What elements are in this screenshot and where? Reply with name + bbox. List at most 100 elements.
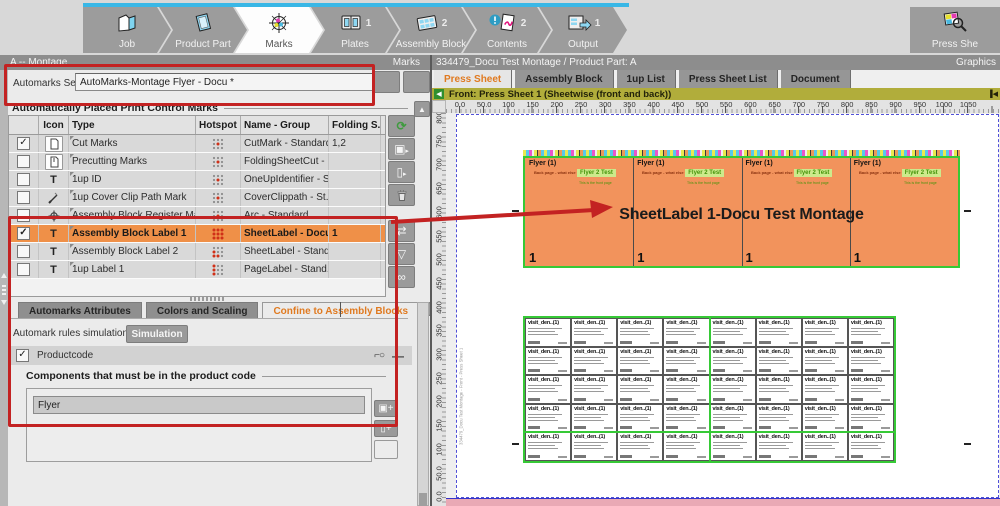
visitcard-1up[interactable]: visit_den..(1) [663,318,709,347]
workflow-step-output[interactable]: 1Output [539,7,627,53]
visitcard-1up[interactable]: visit_den..(1) [525,318,571,347]
automarks-set-browse-button[interactable] [372,71,400,93]
visitcard-1up[interactable]: visit_den..(1) [848,375,894,404]
visitcard-1up[interactable]: visit_den..(1) [710,432,756,461]
visitcard-1up[interactable]: visit_den..(1) [802,375,848,404]
delete-button[interactable] [388,184,415,206]
delete-component-button[interactable] [374,440,398,459]
visitcard-1up[interactable]: visit_den..(1) [617,404,663,433]
table-row-1up-cover-clip-path-mark[interactable]: 1up Cover Clip Path Mark CoverClippath -… [9,189,385,207]
visitcard-1up[interactable]: visit_den..(1) [802,432,848,461]
ruler-origin-button[interactable] [432,100,446,113]
surface-nav-icon[interactable]: ▐◀ [988,90,998,98]
press-sheet-canvas[interactable]: 334479_Docu Test Montage - Front - Press… [446,113,1000,506]
tab-document[interactable]: Document [781,70,851,88]
visitcard-1up[interactable]: visit_den..(1) [571,404,617,433]
column-button[interactable]: ▯▸ [388,161,415,183]
visitcard-1up[interactable]: visit_den..(1) [710,375,756,404]
mark-enabled-checkbox[interactable] [17,263,30,276]
add-row-button[interactable]: ▯+ [374,420,398,437]
workflow-step-product-part[interactable]: Product Part [159,7,247,53]
table-row-1up-label-1[interactable]: T 1up Label 1 PageLabel - Stand... [9,261,385,279]
productcode-bar[interactable]: ✓ Productcode ⌐○ — [8,346,412,365]
tab-press-sheet-list[interactable]: Press Sheet List [679,70,778,88]
mark-enabled-checkbox[interactable] [17,155,30,168]
splitter-collapse-icon[interactable] [1,270,7,278]
splitter-expand-icon[interactable] [1,300,7,308]
splitter-grip[interactable] [2,285,6,297]
mark-enabled-checkbox[interactable]: ✓ [17,227,30,240]
mark-enabled-checkbox[interactable]: ✓ [17,137,30,150]
surface-back-icon[interactable]: ◀ [434,89,444,99]
visitcard-1up[interactable]: visit_den..(1) [525,404,571,433]
workflow-step-job[interactable]: Job [83,7,171,53]
visitcard-1up[interactable]: visit_den..(1) [848,318,894,347]
visitcard-1up[interactable]: visit_den..(1) [848,347,894,376]
visitcard-1up[interactable]: visit_den..(1) [617,318,663,347]
visitcard-1up[interactable]: visit_den..(1) [617,375,663,404]
table-row-cut-marks[interactable]: ✓ Cut Marks CutMark - Standard 1,2 [9,135,385,153]
visitcard-1up[interactable]: visit_den..(1) [710,347,756,376]
scrollbar-thumb[interactable] [419,493,427,506]
workflow-step-plates[interactable]: 1Plates [311,7,399,53]
swap-button[interactable]: ⇄ [388,220,415,242]
visitcard-1up[interactable]: visit_den..(1) [802,347,848,376]
simulation-button[interactable]: Simulation [126,325,188,343]
visitcard-1up[interactable]: visit_den..(1) [848,404,894,433]
visitcard-1up[interactable]: visit_den..(1) [848,432,894,461]
visitcard-1up[interactable]: visit_den..(1) [571,318,617,347]
refresh-button[interactable]: ⟳ [388,115,415,137]
workflow-step-contents[interactable]: 2Contents [463,7,551,53]
visitcard-1up[interactable]: visit_den..(1) [756,432,802,461]
visitcard-1up[interactable]: visit_den..(1) [756,375,802,404]
visitcard-1up[interactable]: visit_den..(1) [525,347,571,376]
mark-enabled-checkbox[interactable] [17,209,30,222]
collapse-icon[interactable]: — [392,349,404,363]
productcode-checkbox[interactable]: ✓ [16,349,29,362]
tab-automarks-attributes[interactable]: Automarks Attributes [18,302,142,319]
table-row-assembly-block-label-2[interactable]: T Assembly Block Label 2 SheetLabel - St… [9,243,385,261]
workflow-step-marks[interactable]: Marks [235,7,323,53]
visitcard-1up[interactable]: visit_den..(1) [663,432,709,461]
visitcard-1up[interactable]: visit_den..(1) [663,347,709,376]
visitcard-1up[interactable]: visit_den..(1) [571,375,617,404]
section-splitter-grip[interactable] [190,297,224,301]
visitcard-1up[interactable]: visit_den..(1) [663,404,709,433]
visitcard-1up[interactable]: visit_den..(1) [710,318,756,347]
mark-enabled-checkbox[interactable] [17,173,30,186]
flyer-assembly-block[interactable]: SheetLabel 1-Docu Test Montage Flyer (1)… [523,156,960,268]
visitcard-1up[interactable]: visit_den..(1) [617,347,663,376]
mark-enabled-checkbox[interactable] [17,245,30,258]
visitcard-1up[interactable]: visit_den..(1) [756,318,802,347]
link-button[interactable]: ∞ [388,266,415,288]
visitcard-assembly-block[interactable]: visit_den..(1) visit_den..(1) visit_den.… [523,316,896,463]
tab-press-sheet[interactable]: Press Sheet [434,70,512,88]
must-components-listbox[interactable]: Flyer [26,388,372,462]
panel-splitter[interactable] [0,70,8,506]
table-row-assembly-block-register-marks[interactable]: Assembly Block Register Marks Arc - Stan… [9,207,385,225]
filter-button[interactable]: ▽ [388,243,415,265]
visitcard-1up[interactable]: visit_den..(1) [710,404,756,433]
visitcard-1up[interactable]: visit_den..(1) [756,347,802,376]
component-item-flyer[interactable]: Flyer [33,396,365,414]
mark-enabled-checkbox[interactable] [17,191,30,204]
table-row-1up-id[interactable]: T 1up ID OneUpIdentifier - S... [9,171,385,189]
workflow-step-assembly-block[interactable]: 2Assembly Block [387,7,475,53]
visitcard-1up[interactable]: visit_den..(1) [571,347,617,376]
tab-colors-and-scaling[interactable]: Colors and Scaling [146,302,259,319]
visitcard-1up[interactable]: visit_den..(1) [525,432,571,461]
visitcard-1up[interactable]: visit_den..(1) [756,404,802,433]
panel-scrollbar[interactable] [417,302,429,506]
scroll-up-button[interactable]: ▲ [414,101,430,117]
preview-button[interactable]: ▣▸ [388,138,415,160]
table-row-assembly-block-label-1[interactable]: ✓ T Assembly Block Label 1 SheetLabel - … [9,225,385,243]
tab-1up-list[interactable]: 1up List [617,70,676,88]
tab-assembly-block[interactable]: Assembly Block [515,70,613,88]
visitcard-1up[interactable]: visit_den..(1) [802,318,848,347]
automarks-set-input[interactable] [75,73,373,91]
automarks-set-save-button[interactable] [403,71,430,93]
visitcard-1up[interactable]: visit_den..(1) [571,432,617,461]
visitcard-1up[interactable]: visit_den..(1) [663,375,709,404]
visitcard-1up[interactable]: visit_den..(1) [802,404,848,433]
workflow-step-press-sheet[interactable]: Press She [910,7,1000,53]
